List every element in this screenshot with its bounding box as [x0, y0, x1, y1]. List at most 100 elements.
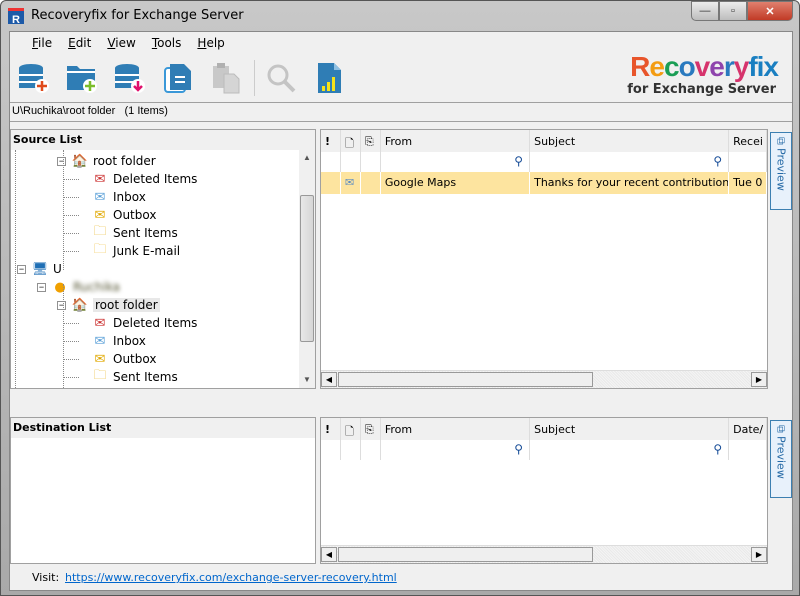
message-subject: Thanks for your recent contributions [530, 172, 730, 194]
sent-items-icon: 🗀 [93, 368, 107, 383]
received-column[interactable]: Recei [729, 130, 767, 152]
tree-expander[interactable]: − [57, 157, 66, 166]
tree-connector [63, 197, 79, 198]
tree-node[interactable]: 🏠 root folder [71, 152, 156, 170]
tree-node-label: Inbox [113, 334, 146, 348]
scroll-thumb[interactable] [338, 372, 593, 387]
minimize-button[interactable]: — [691, 1, 719, 21]
message-row[interactable]: ✉ Google Maps Thanks for your recent con… [321, 172, 767, 194]
item-count: (1 Items) [124, 105, 168, 117]
subject-filter[interactable]: ⚲ [530, 440, 730, 460]
scroll-down-arrow[interactable]: ▼ [299, 372, 315, 388]
logo-letter: r [723, 51, 735, 82]
report-button[interactable] [311, 60, 347, 96]
filter-row: ⚲ ⚲ [321, 440, 767, 460]
tree-node[interactable]: ✉ Deleted Items [91, 170, 198, 188]
attachment-column[interactable]: ⎘ [361, 418, 381, 440]
scroll-thumb[interactable] [300, 195, 314, 342]
tree-node-label: Junk E-mail [113, 244, 181, 258]
search-icon [267, 64, 296, 93]
destination-grid-hscrollbar[interactable]: ◀ ▶ [321, 545, 767, 563]
source-list-panel: Source List − 🏠 root folder ✉ Deleted Items ✉… [10, 129, 316, 389]
close-button[interactable]: ✕ [747, 1, 793, 21]
source-tree: − 🏠 root folder ✉ Deleted Items ✉ Inbox ✉ Outbox… [11, 150, 299, 388]
logo-letter: x [763, 51, 779, 82]
tree-node-label: U [53, 262, 62, 276]
preview-tab-bottom[interactable]: ⧉ Preview [770, 420, 792, 498]
scroll-up-arrow[interactable]: ▲ [299, 150, 315, 166]
importance-column[interactable]: ! [321, 130, 341, 152]
from-column[interactable]: From [381, 418, 531, 440]
tree-connector [63, 359, 79, 360]
importance-column[interactable]: ! [321, 418, 341, 440]
copy-button[interactable] [160, 60, 196, 96]
from-column[interactable]: From [381, 130, 531, 152]
attachment-column[interactable]: ⎘ [361, 130, 381, 152]
paste-button[interactable] [208, 60, 244, 96]
user-icon: ● [54, 279, 66, 295]
tree-node[interactable]: ● Ruchika [51, 278, 120, 296]
subject-column[interactable]: Subject [530, 130, 730, 152]
document-column[interactable]: 🗋 [341, 418, 361, 440]
tree-node[interactable]: 🗀 Junk E-mail [91, 242, 180, 260]
preview-tab-top[interactable]: ⧉ Preview [770, 132, 792, 210]
source-list-header: Source List [11, 130, 315, 150]
subject-column[interactable]: Subject [530, 418, 730, 440]
current-path: U\Ruchika\root folder [12, 105, 116, 117]
date-column[interactable]: Date/ [729, 418, 767, 440]
source-tree-scrollbar[interactable]: ▲ ▼ [299, 150, 315, 388]
tree-node[interactable]: ✉ Inbox [91, 188, 146, 206]
app-window: R Recoveryfix for Exchange Server — ▫ ✕ … [0, 0, 800, 596]
preview-label: Preview [774, 148, 788, 192]
logo-letter: y [733, 51, 750, 82]
window-title: Recoveryfix for Exchange Server [31, 8, 244, 23]
document-icon: 🗋 [344, 137, 354, 150]
menu-tools[interactable]: Tools [144, 32, 190, 54]
filter-row: ⚲ ⚲ [321, 152, 767, 172]
logo-letter: o [678, 51, 696, 82]
tree-node-label: Deleted Items [113, 172, 198, 186]
scroll-left-arrow[interactable]: ◀ [321, 547, 337, 562]
app-icon: R [8, 8, 24, 26]
from-filter[interactable]: ⚲ [381, 440, 531, 460]
root-folder-icon: 🏠 [71, 297, 89, 313]
grid-header: ! 🗋 ⎘ From Subject Date/ [321, 418, 767, 440]
logo-letter: e [649, 51, 665, 82]
scroll-right-arrow[interactable]: ▶ [751, 547, 767, 562]
add-database-button[interactable] [16, 60, 52, 96]
save-database-button[interactable] [112, 60, 148, 96]
client-area: File Edit View Tools Help Recoveryfix fo… [9, 31, 793, 591]
tree-node[interactable]: 🗀 Sent Items [91, 368, 177, 386]
maximize-button[interactable]: ▫ [719, 1, 747, 21]
scroll-left-arrow[interactable]: ◀ [321, 372, 337, 387]
scroll-right-arrow[interactable]: ▶ [751, 372, 767, 387]
document-column[interactable]: 🗋 [341, 130, 361, 152]
destination-list-panel: Destination List [10, 417, 316, 564]
outbox-icon: ✉ [94, 351, 106, 367]
tree-node[interactable]: 🏠 root folder [71, 296, 160, 314]
menu-file[interactable]: File [24, 32, 60, 54]
subject-filter[interactable]: ⚲ [530, 152, 730, 172]
website-link[interactable]: https://www.recoveryfix.com/exchange-ser… [65, 571, 397, 584]
from-filter[interactable]: ⚲ [381, 152, 531, 172]
search-icon: ⚲ [514, 154, 524, 168]
tree-node[interactable]: 🖥 U [31, 260, 62, 278]
tree-expander[interactable]: − [17, 265, 26, 274]
tree-node-label: root folder [93, 298, 160, 312]
tree-expander[interactable]: − [37, 283, 46, 292]
add-folder-button[interactable] [64, 60, 100, 96]
search-button[interactable] [263, 60, 299, 96]
root-folder-icon: 🏠 [71, 153, 89, 169]
message-from: Google Maps [381, 172, 531, 194]
tree-expander[interactable]: − [57, 301, 66, 310]
source-grid-hscrollbar[interactable]: ◀ ▶ [321, 370, 767, 388]
tree-node[interactable]: ✉ Deleted Items [91, 314, 198, 332]
destination-list-header: Destination List [11, 418, 315, 438]
tree-node-label: Inbox [113, 190, 146, 204]
logo-wordmark: Recoveryfix [627, 51, 779, 82]
menu-view[interactable]: View [99, 32, 143, 54]
menu-help[interactable]: Help [189, 32, 232, 54]
menu-edit[interactable]: Edit [60, 32, 99, 54]
scroll-thumb[interactable] [338, 547, 593, 562]
tree-node[interactable]: ✉ Inbox [91, 332, 146, 350]
